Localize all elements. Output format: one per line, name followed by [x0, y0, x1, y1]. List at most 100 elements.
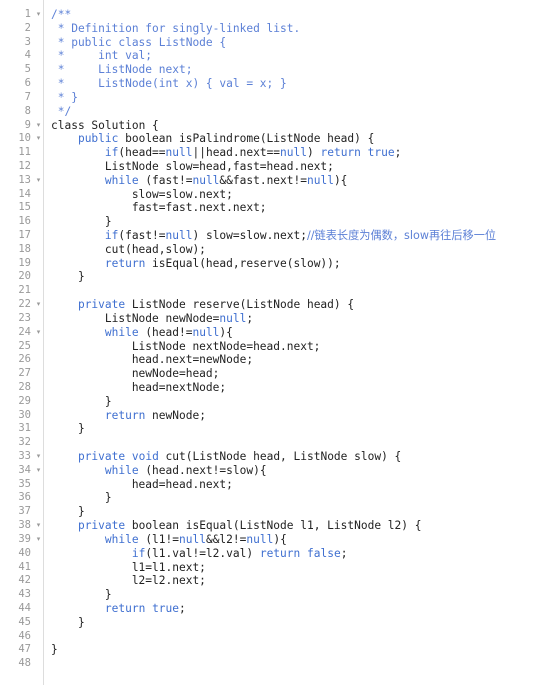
code-line-content[interactable]: private boolean isEqual(ListNode l1, Lis… [43, 519, 545, 533]
code-line-content[interactable]: } [43, 215, 545, 229]
code-line[interactable]: 2 * Definition for singly-linked list. [0, 22, 545, 36]
code-line[interactable]: 14 slow=slow.next; [0, 188, 545, 202]
code-line[interactable]: 24 ▾ while (head!=null){ [0, 326, 545, 340]
code-line-content[interactable]: * public class ListNode { [43, 36, 545, 50]
code-line-content[interactable]: return true; [43, 602, 545, 616]
code-line[interactable]: 42 l2=l2.next; [0, 574, 545, 588]
code-line[interactable]: 4 * int val; [0, 49, 545, 63]
code-line[interactable]: 45 } [0, 616, 545, 630]
code-line-content[interactable]: return isEqual(head,reserve(slow)); [43, 257, 545, 271]
code-line[interactable]: 40 if(l1.val!=l2.val) return false; [0, 547, 545, 561]
code-line-content[interactable]: } [43, 395, 545, 409]
code-line[interactable]: 28 head=nextNode; [0, 381, 545, 395]
code-line[interactable]: 12 ListNode slow=head,fast=head.next; [0, 160, 545, 174]
fold-toggle-icon[interactable]: ▾ [34, 298, 43, 312]
code-line-content[interactable]: if(head==null||head.next==null) return t… [43, 146, 545, 160]
code-line-content[interactable]: } [43, 643, 545, 657]
code-line[interactable]: 32 [0, 436, 545, 450]
code-line-content[interactable]: private ListNode reserve(ListNode head) … [43, 298, 545, 312]
fold-toggle-icon[interactable]: ▾ [34, 519, 43, 533]
code-line-content[interactable]: } [43, 491, 545, 505]
code-line-content[interactable]: l1=l1.next; [43, 561, 545, 575]
code-line[interactable]: 16 } [0, 215, 545, 229]
code-line[interactable]: 38 ▾ private boolean isEqual(ListNode l1,… [0, 519, 545, 533]
code-line[interactable]: 41 l1=l1.next; [0, 561, 545, 575]
code-line[interactable]: 29 } [0, 395, 545, 409]
code-line[interactable]: 36 } [0, 491, 545, 505]
code-line[interactable]: 13 ▾ while (fast!=null&&fast.next!=null){ [0, 174, 545, 188]
code-line[interactable]: 23 ListNode newNode=null; [0, 312, 545, 326]
code-line[interactable]: 15 fast=fast.next.next; [0, 201, 545, 215]
fold-toggle-icon[interactable]: ▾ [34, 119, 43, 133]
code-line[interactable]: 34 ▾ while (head.next!=slow){ [0, 464, 545, 478]
code-line-content[interactable]: } [43, 616, 545, 630]
code-line-content[interactable]: private void cut(ListNode head, ListNode… [43, 450, 545, 464]
code-line[interactable]: 44 return true; [0, 602, 545, 616]
code-line-content[interactable]: */ [43, 105, 545, 119]
code-line[interactable]: 26 head.next=newNode; [0, 353, 545, 367]
code-line-content[interactable]: return newNode; [43, 409, 545, 423]
code-line-content[interactable]: l2=l2.next; [43, 574, 545, 588]
code-line[interactable]: 43 } [0, 588, 545, 602]
code-line[interactable]: 33 ▾ private void cut(ListNode head, List… [0, 450, 545, 464]
code-line[interactable]: 22 ▾ private ListNode reserve(ListNode he… [0, 298, 545, 312]
code-line-content[interactable]: cut(head,slow); [43, 243, 545, 257]
code-line[interactable]: 1 ▾ /** [0, 8, 545, 22]
code-line-content[interactable]: * Definition for singly-linked list. [43, 22, 545, 36]
code-line[interactable]: 7 * } [0, 91, 545, 105]
code-line-content[interactable]: /** [43, 8, 545, 22]
code-line-content[interactable]: ListNode newNode=null; [43, 312, 545, 326]
code-line-content[interactable]: class Solution { [43, 119, 545, 133]
code-line-content[interactable]: if(l1.val!=l2.val) return false; [43, 547, 545, 561]
code-line[interactable]: 18 cut(head,slow); [0, 243, 545, 257]
code-line[interactable]: 30 return newNode; [0, 409, 545, 423]
code-line[interactable]: 21 [0, 284, 545, 298]
code-line-content[interactable]: fast=fast.next.next; [43, 201, 545, 215]
code-line[interactable]: 39 ▾ while (l1!=null&&l2!=null){ [0, 533, 545, 547]
code-line-content[interactable]: if(fast!=null) slow=slow.next;//链表长度为偶数，… [43, 229, 545, 243]
code-line[interactable]: 37 } [0, 505, 545, 519]
code-line-content[interactable]: while (head.next!=slow){ [43, 464, 545, 478]
fold-toggle-icon[interactable]: ▾ [34, 533, 43, 547]
code-line[interactable]: 6 * ListNode(int x) { val = x; } [0, 77, 545, 91]
code-line[interactable]: 11 if(head==null||head.next==null) retur… [0, 146, 545, 160]
code-line-content[interactable]: * } [43, 91, 545, 105]
code-line[interactable]: 9 ▾ class Solution { [0, 119, 545, 133]
code-line-content[interactable]: newNode=head; [43, 367, 545, 381]
code-line[interactable]: 27 newNode=head; [0, 367, 545, 381]
code-line-content[interactable]: * ListNode next; [43, 63, 545, 77]
fold-toggle-icon[interactable]: ▾ [34, 174, 43, 188]
code-line[interactable]: 46 [0, 630, 545, 644]
code-line-content[interactable]: ListNode nextNode=head.next; [43, 340, 545, 354]
code-line[interactable]: 5 * ListNode next; [0, 63, 545, 77]
code-line[interactable]: 10 ▾ public boolean isPalindrome(ListNode… [0, 132, 545, 146]
code-line-content[interactable]: } [43, 588, 545, 602]
code-line[interactable]: 3 * public class ListNode { [0, 36, 545, 50]
code-line-content[interactable]: slow=slow.next; [43, 188, 545, 202]
code-line-content[interactable]: * int val; [43, 49, 545, 63]
code-line-content[interactable]: while (l1!=null&&l2!=null){ [43, 533, 545, 547]
code-line[interactable]: 47} [0, 643, 545, 657]
code-line-content[interactable]: } [43, 422, 545, 436]
code-line-content[interactable]: head=head.next; [43, 478, 545, 492]
code-line-content[interactable]: public boolean isPalindrome(ListNode hea… [43, 132, 545, 146]
code-line-content[interactable]: } [43, 505, 545, 519]
fold-toggle-icon[interactable]: ▾ [34, 450, 43, 464]
code-line-content[interactable]: while (head!=null){ [43, 326, 545, 340]
fold-toggle-icon[interactable]: ▾ [34, 8, 43, 22]
fold-toggle-icon[interactable]: ▾ [34, 464, 43, 478]
code-line[interactable]: 31 } [0, 422, 545, 436]
code-line-content[interactable]: head.next=newNode; [43, 353, 545, 367]
code-line-content[interactable]: } [43, 270, 545, 284]
code-line[interactable]: 17 if(fast!=null) slow=slow.next;//链表长度为… [0, 229, 545, 243]
code-editor[interactable]: 1 ▾/** 2 * Definition for singly-linked li… [0, 0, 545, 685]
code-line[interactable]: 20 } [0, 270, 545, 284]
code-line[interactable]: 19 return isEqual(head,reserve(slow)); [0, 257, 545, 271]
code-line-content[interactable]: ListNode slow=head,fast=head.next; [43, 160, 545, 174]
code-line[interactable]: 35 head=head.next; [0, 478, 545, 492]
code-line[interactable]: 8 */ [0, 105, 545, 119]
code-line-content[interactable]: while (fast!=null&&fast.next!=null){ [43, 174, 545, 188]
code-line[interactable]: 25 ListNode nextNode=head.next; [0, 340, 545, 354]
code-line-content[interactable]: * ListNode(int x) { val = x; } [43, 77, 545, 91]
fold-toggle-icon[interactable]: ▾ [34, 326, 43, 340]
